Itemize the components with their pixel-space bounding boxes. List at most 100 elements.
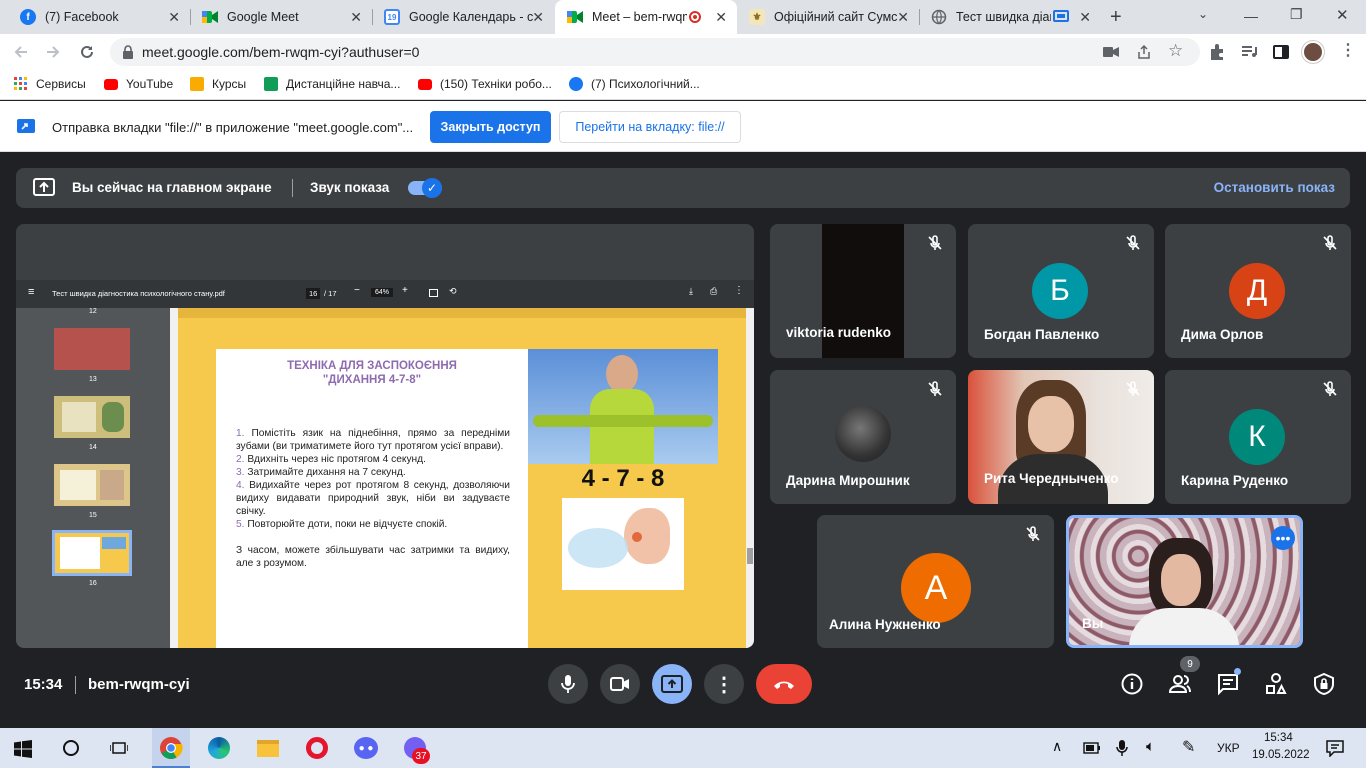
participant-tile[interactable]: viktoria rudenko — [770, 224, 956, 358]
tab-pdf[interactable]: Тест швидка діаг ✕ — [919, 0, 1101, 34]
self-tile[interactable]: ••• Вы — [1066, 515, 1303, 648]
stop-presenting-button[interactable]: Остановить показ — [1214, 180, 1335, 195]
tab-meet-active[interactable]: Meet – bem-rwqm ✕ — [555, 0, 737, 34]
clock-time[interactable]: 15:34 — [1264, 732, 1293, 744]
profile-avatar[interactable] — [1302, 41, 1324, 63]
star-icon[interactable]: ☆ — [1168, 41, 1183, 61]
lock-icon[interactable] — [122, 45, 134, 59]
back-icon[interactable] — [12, 43, 30, 61]
restore-icon[interactable]: ❐ — [1290, 6, 1303, 23]
extensions-icon[interactable] — [1208, 43, 1226, 61]
bookmark-distance[interactable]: Дистанційне навча... — [264, 77, 400, 91]
thumbnail-page-16[interactable] — [52, 530, 132, 576]
media-icon[interactable] — [1240, 43, 1258, 61]
globe-icon — [931, 9, 947, 25]
step-number: 4. — [236, 480, 245, 491]
reload-icon[interactable] — [78, 43, 96, 61]
host-controls-icon[interactable] — [1312, 672, 1336, 696]
clock-date[interactable]: 19.05.2022 — [1252, 749, 1310, 761]
new-tab-button[interactable]: + — [1110, 6, 1122, 29]
leave-call-button[interactable] — [756, 664, 812, 704]
close-window-icon[interactable]: ✕ — [1336, 6, 1349, 24]
more-menu-icon[interactable]: ⋮ — [1340, 40, 1356, 60]
notifications-icon[interactable] — [1326, 739, 1344, 757]
thumb-scrollbar[interactable] — [170, 308, 178, 648]
more-options-button[interactable]: ⋮ — [704, 664, 744, 704]
volume-icon[interactable]: 🔈︎ — [1146, 738, 1155, 755]
rotate-icon[interactable]: ⟲ — [449, 286, 457, 297]
chrome-icon[interactable] — [157, 734, 185, 762]
page-number[interactable]: 16 — [306, 288, 321, 299]
stop-sharing-button[interactable]: Закрыть доступ — [430, 111, 551, 143]
windows-start-icon[interactable] — [14, 740, 32, 758]
camera-button[interactable] — [600, 664, 640, 704]
thumbnail-page-14[interactable] — [54, 396, 130, 438]
bookmark-apps[interactable]: Сервисы — [14, 77, 86, 91]
opera-icon[interactable] — [303, 734, 331, 762]
share-icon[interactable] — [1136, 44, 1152, 60]
browser-toolbar: meet.google.com/bem-rwqm-cyi?authuser=0 … — [0, 34, 1366, 70]
microphone-tray-icon[interactable] — [1116, 739, 1128, 757]
slide-steps: 1. Помістіть язик на піднебіння, прямо з… — [236, 427, 510, 570]
battery-icon[interactable] — [1083, 742, 1101, 754]
close-icon[interactable]: ✕ — [897, 9, 909, 26]
participant-tile[interactable]: А Алина Нужненко — [817, 515, 1054, 648]
close-icon[interactable]: ✕ — [1079, 9, 1091, 26]
tab-google-meet[interactable]: Google Meet ✕ — [190, 0, 372, 34]
bookmark-psych[interactable]: (7) Психологічний... — [569, 77, 700, 91]
fit-page-icon[interactable] — [429, 289, 438, 297]
microphone-button[interactable] — [548, 664, 588, 704]
share-sound-toggle[interactable]: ✓ — [408, 178, 442, 198]
tab-official-site[interactable]: ⚜ Офіційний сайт Сумс ✕ — [737, 0, 919, 34]
task-view-icon[interactable] — [110, 740, 128, 756]
url-text[interactable]: meet.google.com/bem-rwqm-cyi?authuser=0 — [142, 44, 419, 60]
close-icon[interactable]: ✕ — [350, 9, 362, 26]
pen-icon[interactable]: ✎ — [1182, 737, 1195, 757]
avatar: Б — [1032, 263, 1088, 319]
forward-icon[interactable] — [44, 43, 62, 61]
menu-icon[interactable]: ≡ — [28, 286, 34, 298]
tab-google-calendar[interactable]: 19 Google Календарь - с ✕ — [372, 0, 554, 34]
bookmark-youtube[interactable]: YouTube — [104, 77, 173, 91]
present-button[interactable] — [652, 664, 692, 704]
close-icon[interactable]: ✕ — [168, 9, 180, 26]
pdf-more-icon[interactable]: ⋮ — [734, 285, 744, 296]
page-scrollbar[interactable] — [746, 308, 754, 648]
tab-facebook[interactable]: f (7) Facebook ✕ — [8, 0, 190, 34]
presenting-status: Вы сейчас на главном экране — [72, 180, 272, 195]
participant-tile[interactable]: К Карина Руденко — [1165, 370, 1351, 504]
close-icon[interactable]: ✕ — [532, 9, 544, 26]
bookmark-techniques[interactable]: (150) Техніки робо... — [418, 77, 552, 91]
side-panel-icon[interactable] — [1272, 43, 1290, 61]
print-icon[interactable]: ⎙ — [710, 286, 717, 297]
people-icon[interactable] — [1168, 672, 1192, 696]
participant-tile[interactable]: Д Дима Орлов — [1165, 224, 1351, 358]
more-options-icon[interactable]: ••• — [1271, 526, 1295, 550]
chat-icon[interactable] — [1216, 672, 1240, 696]
participant-tile[interactable]: Дарина Мирошник — [770, 370, 956, 504]
discord-icon[interactable]: ● ● — [352, 734, 380, 762]
minimize-icon[interactable]: — — [1244, 8, 1258, 24]
zoom-out-icon[interactable]: − — [354, 285, 360, 296]
participant-tile[interactable]: Рита Чередныченко — [968, 370, 1154, 504]
tray-chevron-icon[interactable]: ∧ — [1052, 738, 1062, 755]
camera-indicator-icon[interactable] — [1103, 46, 1119, 58]
close-icon[interactable]: ✕ — [715, 9, 727, 26]
omnibox[interactable]: meet.google.com/bem-rwqm-cyi?authuser=0 … — [110, 38, 1200, 66]
tab-search-icon[interactable]: ⌄ — [1198, 7, 1208, 21]
switch-tab-button[interactable]: Перейти на вкладку: file:// — [559, 111, 741, 143]
divider — [75, 676, 76, 694]
participant-tile[interactable]: Б Богдан Павленко — [968, 224, 1154, 358]
search-icon[interactable] — [63, 740, 79, 756]
thumbnail-page-15[interactable] — [54, 464, 130, 506]
thumbnail-page-13[interactable] — [54, 328, 130, 370]
file-explorer-icon[interactable] — [254, 734, 282, 762]
edge-icon[interactable] — [205, 734, 233, 762]
download-icon[interactable]: ⤓ — [689, 286, 693, 297]
language-indicator[interactable]: УКР — [1217, 741, 1240, 755]
activities-icon[interactable] — [1264, 672, 1288, 696]
bookmark-courses[interactable]: Курсы — [190, 77, 246, 91]
zoom-in-icon[interactable]: + — [402, 285, 408, 296]
info-icon[interactable] — [1120, 672, 1144, 696]
zoom-level[interactable]: 64% — [371, 288, 394, 297]
